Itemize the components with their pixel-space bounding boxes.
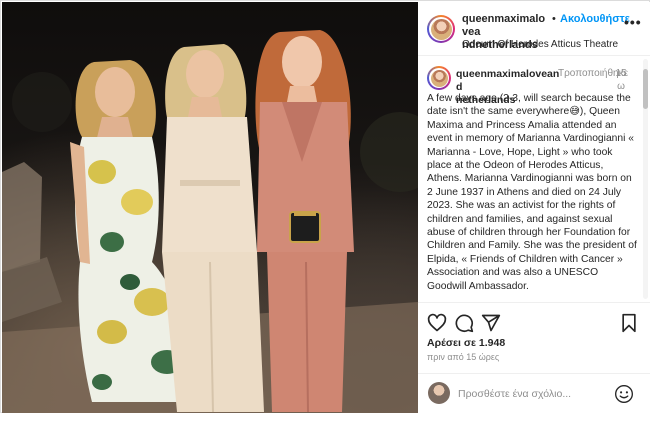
caption-text: A few days ago (2-3, will search because… — [427, 93, 637, 292]
emoji-icon[interactable] — [614, 384, 634, 404]
caption-time: 15 ω — [615, 68, 627, 92]
post-location[interactable]: Odeum Of Herodes Atticus Theatre — [462, 39, 618, 50]
bookmark-icon[interactable] — [619, 313, 639, 333]
author-avatar[interactable] — [427, 15, 455, 43]
scrollbar-thumb[interactable] — [643, 69, 648, 109]
share-icon[interactable] — [481, 313, 501, 333]
comment-icon[interactable] — [454, 313, 474, 333]
comment-bar — [418, 373, 650, 413]
post-header: queenmaximalovea ndnetherlands • Ακολουθ… — [418, 2, 650, 56]
person-middle — [162, 44, 264, 412]
caption-username-line1[interactable]: queenmaximaloveand — [456, 68, 559, 93]
more-options-icon[interactable]: ••• — [624, 14, 642, 30]
likes-count[interactable]: Αρέσει σε 1.948 — [427, 337, 505, 349]
follow-button[interactable]: Ακολουθήστε — [560, 13, 630, 25]
comment-input[interactable] — [458, 386, 608, 402]
action-bar — [418, 305, 650, 341]
separator-dot: • — [552, 13, 556, 25]
edited-label: Τροποποιήθηκε — [558, 68, 629, 79]
current-user-avatar — [428, 382, 450, 404]
caption-section: queenmaximaloveand netherlands Τροποποιή… — [418, 57, 650, 303]
post-photo[interactable] — [2, 2, 418, 413]
caption-scrollbar[interactable] — [643, 59, 648, 299]
post-frame: queenmaximalovea ndnetherlands • Ακολουθ… — [0, 0, 650, 413]
caption-avatar[interactable] — [427, 66, 451, 90]
author-username-line1[interactable]: queenmaximalovea — [462, 13, 545, 38]
heart-icon[interactable] — [427, 313, 447, 333]
post-time-ago: πριν από 15 ώρες — [427, 352, 500, 362]
photo-illustration — [2, 30, 418, 413]
post-side-panel: queenmaximalovea ndnetherlands • Ακολουθ… — [418, 2, 650, 413]
